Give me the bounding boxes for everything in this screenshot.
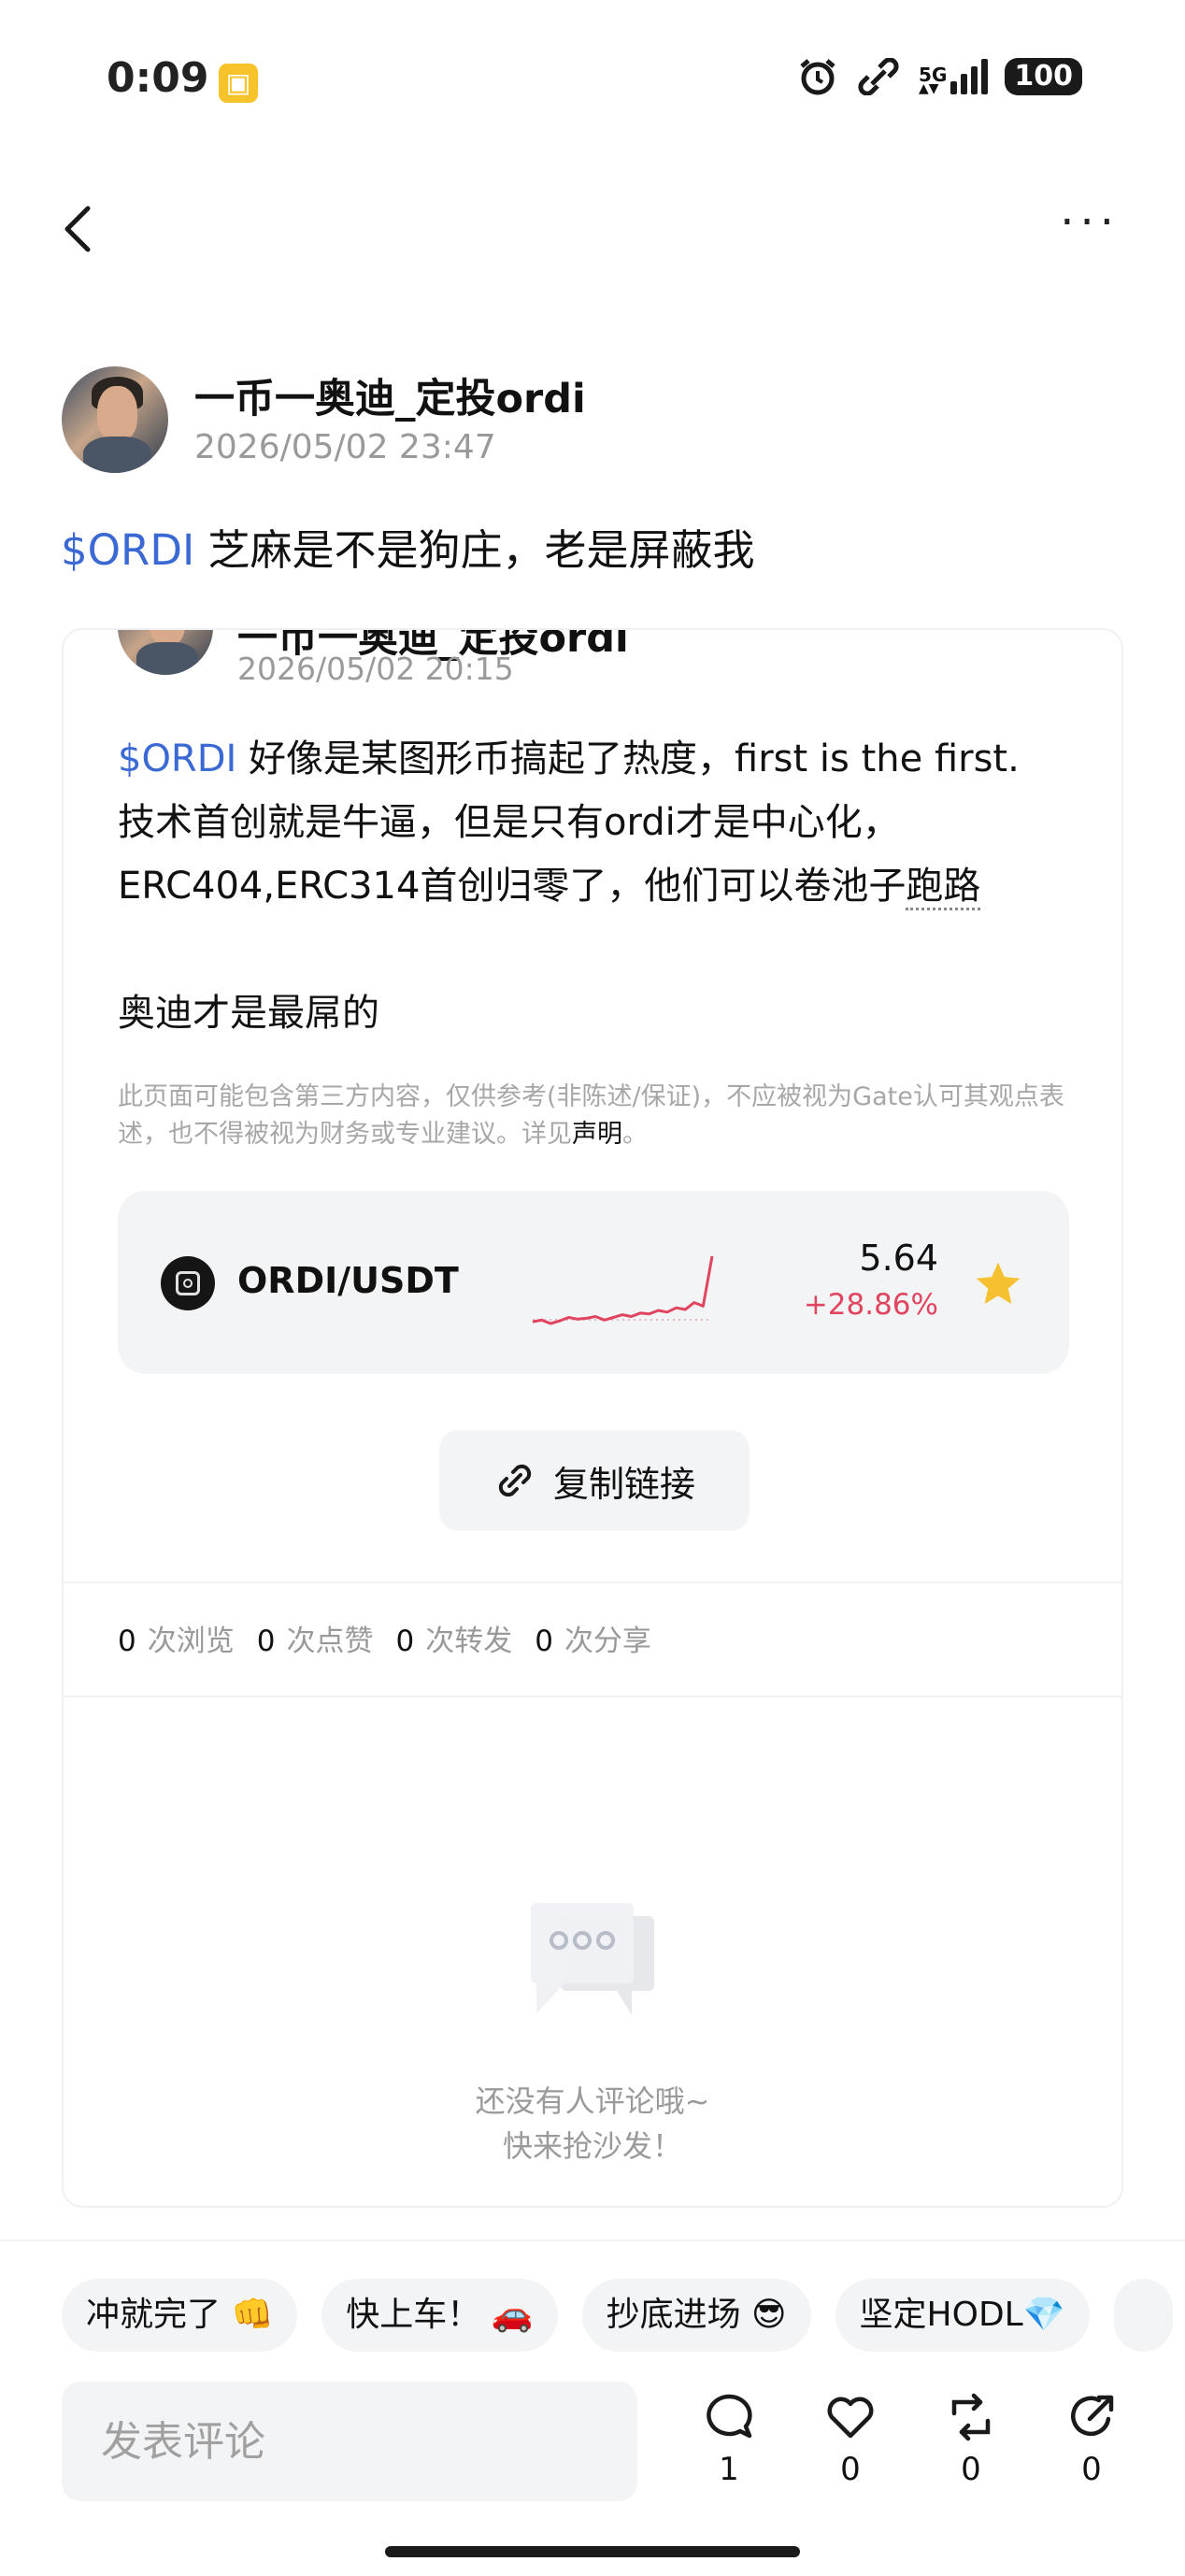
post-timestamp: 2026/05/02 23:47 [194,428,496,466]
price-change: +28.86% [803,1288,938,1322]
ticker-link[interactable]: $ORDI [61,525,194,575]
favorite-star-icon[interactable] [972,1258,1024,1310]
quick-reply-chip[interactable]: 快上车！ 🚗 [321,2279,558,2352]
quoted-timestamp: 2026/05/02 20:15 [237,651,514,687]
repost-icon [951,2393,991,2441]
link-icon [858,58,899,95]
comment-input[interactable] [62,2382,637,2501]
views-stat: 0 次浏览 [118,1624,235,1658]
price-value: 5.64 [859,1238,938,1279]
sparkline-line [532,1255,714,1325]
alarm-icon [800,59,835,95]
post-stats: 0 次浏览 0 次点赞 0 次转发 0 次分享 [118,1617,651,1659]
share-count: 0 [1081,2451,1102,2488]
author-avatar[interactable] [62,366,168,473]
quoted-author-avatar[interactable] [118,630,213,675]
comment-count: 1 [719,2451,739,2488]
comment-button[interactable]: 1 [692,2391,766,2488]
quoted-line: 奥迪才是最屌的 [118,992,379,1035]
post-text: 芝麻是不是狗庄，老是屏蔽我 [194,525,755,575]
reposts-stat: 0 次转发 [395,1624,513,1658]
heart-icon [827,2397,874,2439]
copy-link-label: 复制链接 [552,1463,695,1505]
comment-bubble-icon [707,2394,752,2439]
battery-indicator: 100 [1005,58,1082,95]
quick-reply-chips: 冲就完了 👊 快上车！ 🚗 抄底进场 😎 坚定HODL💎 [62,2279,1185,2352]
like-count: 0 [840,2451,861,2488]
post-content: $ORDI 芝麻是不是狗庄，老是屏蔽我 [61,516,755,577]
divider [0,2240,1185,2241]
quoted-post-card[interactable]: 一币一奥迪_定投ordi 2026/05/02 20:15 $ORDI 好像是某… [62,628,1123,2208]
quick-reply-chip[interactable]: 抄底进场 😎 [581,2279,811,2352]
empty-comments-text: 还没有人评论哦~ 快来抢沙发！ [475,2083,710,2164]
link-icon [498,1464,532,1497]
signal-icon: 5G ▲▼ [919,59,989,95]
copy-link-button[interactable]: 复制链接 [439,1430,750,1531]
like-button[interactable]: 0 [813,2391,888,2488]
shares-stat: 0 次分享 [535,1624,651,1658]
more-options-button[interactable]: ··· [1060,200,1120,245]
back-button[interactable] [56,201,103,257]
price-sparkline [532,1255,714,1325]
likes-stat: 0 次点赞 [256,1624,374,1658]
quoted-line: 好像是某图形币搞起了热度，first is the first. [236,737,1020,780]
divider [64,1581,1121,1583]
repost-count: 0 [961,2451,981,2488]
trading-pair: ORDI/USDT [237,1260,459,1301]
disclaimer-text: 此页面可能包含第三方内容，仅供参考(非陈述/保证)，不应被视为Gate认可其观点… [118,1082,1064,1149]
app-notification-icon: ▣ [219,64,258,103]
share-button[interactable]: 0 [1054,2391,1129,2488]
author-name[interactable]: 一币一奥迪_定投ordi [194,366,586,424]
status-icons: 5G ▲▼ 100 [797,56,1082,97]
quick-reply-chip-partial[interactable] [1113,2279,1174,2352]
quick-reply-chip[interactable]: 坚定HODL💎 [835,2279,1090,2352]
quoted-line: 技术首创就是牛逼，但是只有ordi才是中心化， [118,801,900,844]
empty-comments-icon [531,1903,654,2015]
ordi-coin-icon [161,1256,215,1310]
home-indicator[interactable] [385,2546,800,2557]
glossary-term-link[interactable]: 跑路 [906,865,981,910]
market-ticker-card[interactable]: ORDI/USDT 5.64 +28.86% [118,1191,1069,1374]
quoted-ticker-link[interactable]: $ORDI [118,737,236,780]
quoted-content: $ORDI 好像是某图形币搞起了热度，first is the first. 技… [118,727,1080,1045]
statement-link[interactable]: 声明 [572,1120,622,1149]
divider [64,1696,1121,1697]
share-icon [1071,2395,1114,2437]
quoted-line: ERC404,ERC314首创归零了，他们可以卷池子 [118,865,907,908]
quick-reply-chip[interactable]: 冲就完了 👊 [62,2279,298,2352]
repost-button[interactable]: 0 [934,2391,1008,2488]
status-time: 0:09 [107,54,209,102]
